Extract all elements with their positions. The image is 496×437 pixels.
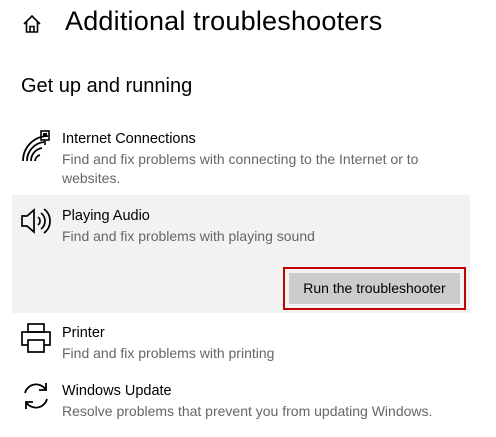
wifi-network-icon: [20, 130, 52, 162]
run-troubleshooter-button[interactable]: Run the troubleshooter: [289, 273, 460, 304]
item-description: Find and fix problems with printing: [62, 345, 275, 361]
home-icon[interactable]: [22, 14, 42, 34]
troubleshooter-internet-connections[interactable]: Internet Connections Find and fix proble…: [12, 120, 470, 192]
item-description: Find and fix problems with playing sound: [62, 228, 315, 244]
speaker-icon: [20, 205, 52, 237]
printer-icon: [20, 322, 52, 354]
item-title: Printer: [62, 325, 105, 341]
sync-icon: [20, 380, 52, 412]
troubleshooter-windows-update[interactable]: Windows Update Resolve problems that pre…: [12, 376, 470, 426]
item-title: Internet Connections: [62, 131, 196, 147]
header: Additional troubleshooters: [0, 0, 496, 50]
troubleshooter-printer[interactable]: Printer Find and fix problems with print…: [12, 318, 470, 368]
page-title: Additional troubleshooters: [65, 6, 383, 36]
item-description: Find and fix problems with connecting to…: [62, 151, 419, 186]
item-description: Resolve problems that prevent you from u…: [62, 403, 433, 419]
section-title: Get up and running: [21, 75, 193, 97]
item-title: Playing Audio: [62, 208, 150, 224]
item-title: Windows Update: [62, 383, 172, 399]
